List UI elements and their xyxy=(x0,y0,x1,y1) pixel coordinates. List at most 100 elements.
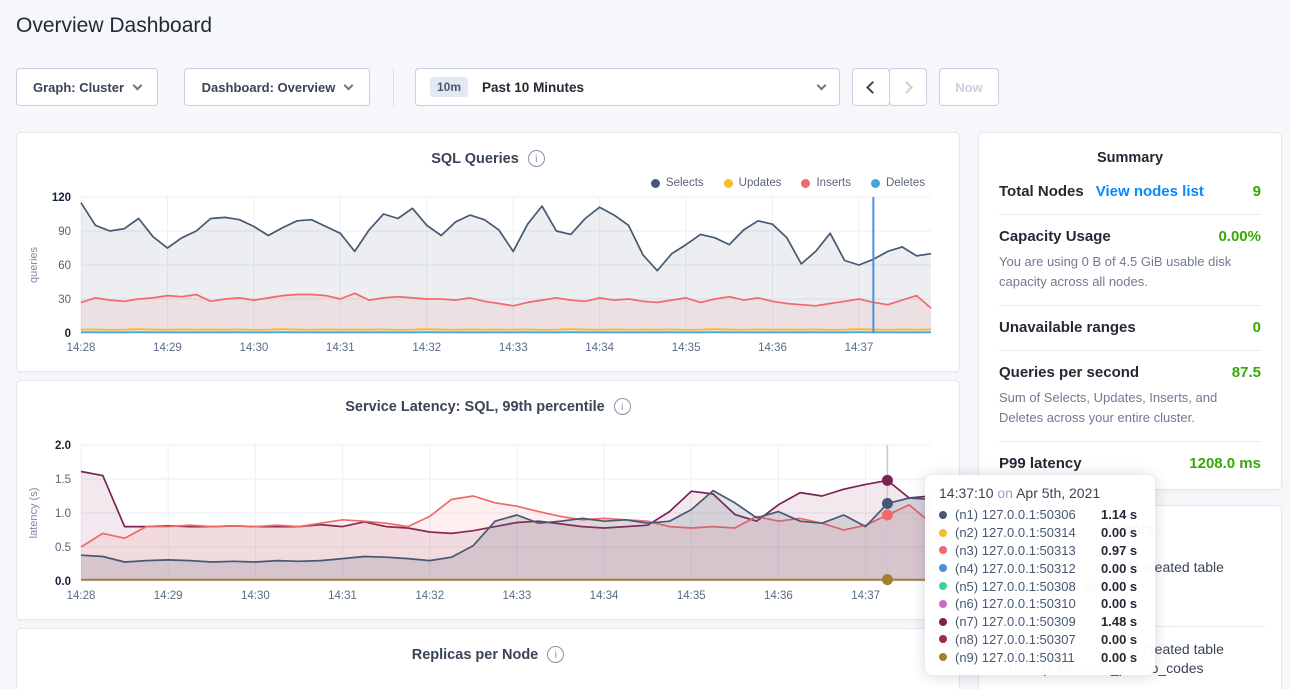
tooltip-node-label: (n7) 127.0.0.1:50309 xyxy=(955,614,1101,629)
replicas-per-node-panel: Replicas per Node i xyxy=(16,628,960,689)
tooltip-node-row: (n3) 127.0.0.1:503130.97 s xyxy=(939,542,1141,560)
svg-text:latency (s): latency (s) xyxy=(28,488,40,539)
tooltip-node-label: (n3) 127.0.0.1:50313 xyxy=(955,543,1101,558)
svg-text:30: 30 xyxy=(58,294,71,306)
summary-row-label: Unavailable ranges xyxy=(999,319,1136,336)
svg-text:14:28: 14:28 xyxy=(67,342,96,354)
tooltip-node-label: (n5) 127.0.0.1:50308 xyxy=(955,579,1101,594)
info-icon[interactable]: i xyxy=(547,646,564,663)
svg-text:14:34: 14:34 xyxy=(585,342,614,354)
svg-text:14:31: 14:31 xyxy=(326,342,355,354)
sql-queries-chart[interactable]: 14:2814:2914:3014:3114:3214:3314:3414:35… xyxy=(17,187,961,363)
summary-row: Capacity Usage 0.00% You are using 0 B of … xyxy=(999,214,1261,305)
svg-text:14:33: 14:33 xyxy=(499,342,528,354)
time-range-dropdown[interactable]: 10m Past 10 Minutes xyxy=(415,68,840,106)
svg-text:1.0: 1.0 xyxy=(55,508,71,520)
node-color-dot xyxy=(939,529,947,537)
summary-row-head: P99 latency1208.0 ms xyxy=(999,455,1261,472)
svg-text:14:29: 14:29 xyxy=(153,342,182,354)
summary-row-label: Capacity Usage xyxy=(999,228,1111,245)
tooltip-node-row: (n5) 127.0.0.1:503080.00 s xyxy=(939,577,1141,595)
svg-text:14:31: 14:31 xyxy=(328,590,357,602)
chart-title: Replicas per Node xyxy=(412,647,539,663)
svg-text:14:36: 14:36 xyxy=(758,342,787,354)
series-line xyxy=(81,329,931,330)
svg-text:0: 0 xyxy=(65,328,71,340)
service-latency-panel: Service Latency: SQL, 99th percentile i … xyxy=(16,380,960,620)
info-icon[interactable]: i xyxy=(528,150,545,167)
tooltip-node-value: 0.00 s xyxy=(1101,561,1137,576)
svg-text:14:36: 14:36 xyxy=(764,590,793,602)
tooltip-node-label: (n4) 127.0.0.1:50312 xyxy=(955,561,1101,576)
svg-text:14:37: 14:37 xyxy=(845,342,874,354)
node-color-dot xyxy=(939,511,947,519)
summary-row-head: Queries per second87.5 xyxy=(999,364,1261,381)
tooltip-node-row: (n6) 127.0.0.1:503100.00 s xyxy=(939,595,1141,613)
chevron-left-icon xyxy=(866,81,879,94)
node-color-dot xyxy=(939,653,947,661)
node-color-dot xyxy=(939,635,947,643)
summary-row: Queries per second87.5 Sum of Selects, Up… xyxy=(999,350,1261,441)
svg-text:14:29: 14:29 xyxy=(154,590,183,602)
tooltip-node-value: 1.14 s xyxy=(1101,507,1137,522)
svg-text:14:37: 14:37 xyxy=(851,590,880,602)
tooltip-node-label: (n9) 127.0.0.1:50311 xyxy=(955,650,1101,665)
tooltip-node-value: 0.00 s xyxy=(1101,525,1137,540)
tooltip-node-value: 0.00 s xyxy=(1101,596,1137,611)
summary-title: Summary xyxy=(999,133,1261,170)
svg-text:14:35: 14:35 xyxy=(672,342,701,354)
svg-text:120: 120 xyxy=(52,192,71,204)
chevron-down-icon xyxy=(133,80,143,90)
tooltip-node-row: (n7) 127.0.0.1:503091.48 s xyxy=(939,613,1141,631)
chart-title: SQL Queries xyxy=(431,151,519,167)
time-range-label: Past 10 Minutes xyxy=(482,80,584,95)
node-color-dot xyxy=(939,618,947,626)
toolbar-divider xyxy=(393,68,394,106)
graph-scope-label: Graph: Cluster xyxy=(33,80,124,95)
svg-text:14:32: 14:32 xyxy=(415,590,444,602)
summary-row: Unavailable ranges0 xyxy=(999,305,1261,350)
time-now-button[interactable]: Now xyxy=(939,68,999,106)
svg-text:14:30: 14:30 xyxy=(241,590,270,602)
node-color-dot xyxy=(939,564,947,572)
chevron-right-icon xyxy=(900,81,913,94)
time-next-button[interactable] xyxy=(889,68,927,106)
service-latency-chart[interactable]: 14:2814:2914:3014:3114:3214:3314:3414:35… xyxy=(17,435,961,611)
summary-row-head: Total NodesView nodes list9 xyxy=(999,183,1261,200)
tooltip-timestamp: 14:37:10 on Apr 5th, 2021 xyxy=(939,485,1141,501)
summary-row-desc: You are using 0 B of 4.5 GiB usable disk… xyxy=(999,252,1261,291)
tooltip-node-row: (n1) 127.0.0.1:503061.14 s xyxy=(939,506,1141,524)
svg-text:0.0: 0.0 xyxy=(55,576,71,588)
summary-panel: Summary Total NodesView nodes list9Capac… xyxy=(978,132,1282,490)
svg-text:14:33: 14:33 xyxy=(503,590,532,602)
summary-row-head: Capacity Usage 0.00% xyxy=(999,228,1261,245)
summary-row-label: Total Nodes xyxy=(999,183,1084,200)
info-icon[interactable]: i xyxy=(614,398,631,415)
toolbar: Graph: Cluster Dashboard: Overview 10m P… xyxy=(0,68,1290,106)
dashboard-dropdown[interactable]: Dashboard: Overview xyxy=(184,68,370,106)
dashboard-label: Dashboard: Overview xyxy=(202,80,336,95)
svg-text:queries: queries xyxy=(28,246,40,283)
chart-title: Service Latency: SQL, 99th percentile xyxy=(345,399,605,415)
tooltip-node-label: (n8) 127.0.0.1:50307 xyxy=(955,632,1101,647)
view-nodes-list-link[interactable]: View nodes list xyxy=(1096,183,1204,200)
chevron-down-icon xyxy=(817,80,827,90)
svg-text:0.5: 0.5 xyxy=(55,542,71,554)
svg-text:90: 90 xyxy=(58,226,71,238)
summary-row-desc: Sum of Selects, Updates, Inserts, and De… xyxy=(999,388,1261,427)
node-color-dot xyxy=(939,600,947,608)
tooltip-node-label: (n2) 127.0.0.1:50314 xyxy=(955,525,1101,540)
tooltip-node-row: (n4) 127.0.0.1:503120.00 s xyxy=(939,559,1141,577)
node-color-dot xyxy=(939,582,947,590)
hover-point xyxy=(882,510,893,521)
tooltip-node-value: 0.97 s xyxy=(1101,543,1137,558)
summary-row-value: 0.00% xyxy=(1218,228,1261,245)
now-button-label: Now xyxy=(955,80,982,95)
graph-scope-dropdown[interactable]: Graph: Cluster xyxy=(16,68,158,106)
hover-point xyxy=(882,498,893,509)
svg-text:2.0: 2.0 xyxy=(55,440,71,452)
time-prev-button[interactable] xyxy=(852,68,890,106)
svg-text:60: 60 xyxy=(58,260,71,272)
tooltip-node-label: (n6) 127.0.0.1:50310 xyxy=(955,596,1101,611)
chevron-down-icon xyxy=(344,80,354,90)
